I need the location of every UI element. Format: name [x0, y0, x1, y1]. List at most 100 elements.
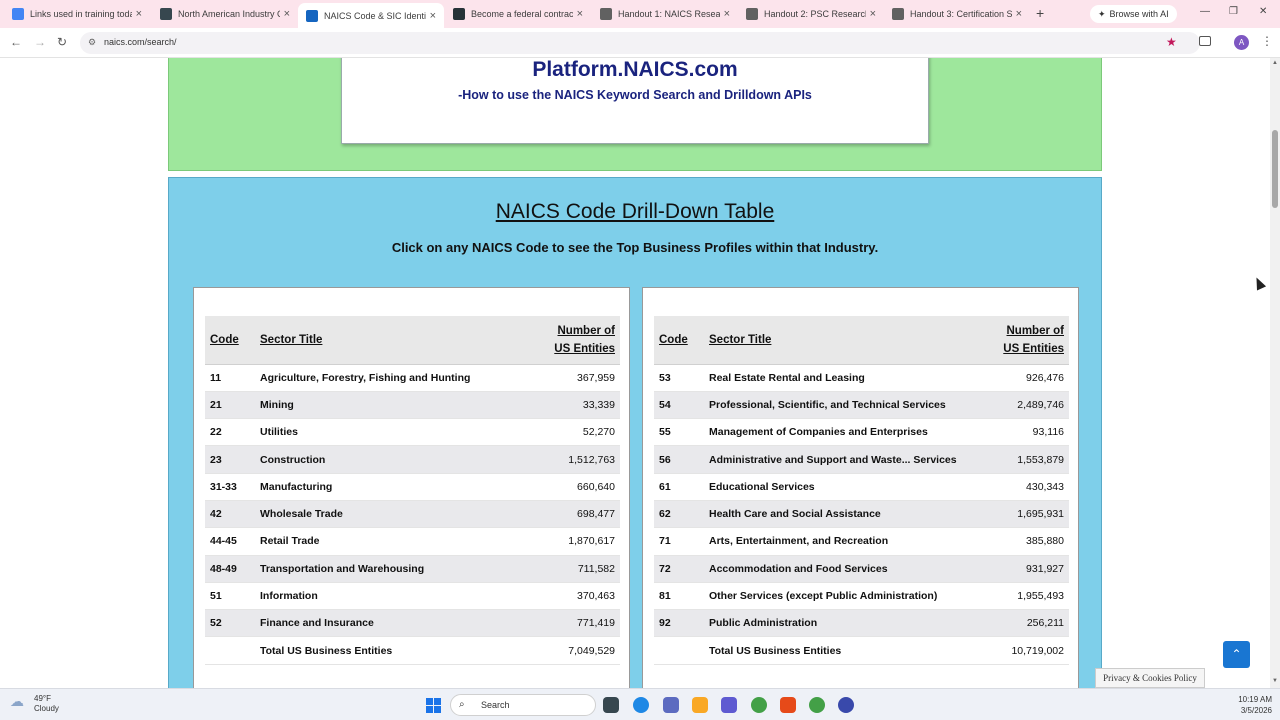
restore-icon[interactable]: ❐ [1229, 6, 1238, 17]
naics-code-link[interactable]: 42 [205, 500, 255, 529]
table-row[interactable]: 62 Health Care and Social Assistance 1,695… [654, 500, 1069, 529]
edge-icon[interactable] [633, 697, 649, 713]
tab-close-icon[interactable]: × [136, 8, 142, 20]
file-explorer-icon[interactable] [692, 697, 708, 713]
minimize-icon[interactable]: — [1200, 6, 1210, 17]
profile-avatar[interactable]: A [1234, 35, 1249, 50]
sector-title-link[interactable]: Transportation and Warehousing [255, 555, 528, 583]
sector-title-link[interactable]: Real Estate Rental and Leasing [704, 364, 977, 392]
table-row[interactable]: 52 Finance and Insurance 771,419 [205, 609, 620, 638]
sector-title-link[interactable]: Health Care and Social Assistance [704, 500, 977, 529]
browser-tab[interactable]: Become a federal contracto... × [445, 3, 591, 25]
privacy-policy-badge[interactable]: Privacy & Cookies Policy [1095, 668, 1205, 688]
sector-title-link[interactable]: Manufacturing [255, 473, 528, 501]
table-row[interactable]: 53 Real Estate Rental and Leasing 926,476 [654, 364, 1069, 392]
sector-title-column-header[interactable]: Sector Title [704, 316, 977, 365]
site-info-icon[interactable]: ⚙ [88, 37, 96, 48]
sector-title-link[interactable]: Wholesale Trade [255, 500, 528, 529]
naics-code-link[interactable]: 48-49 [205, 555, 255, 583]
close-window-icon[interactable]: ✕ [1259, 6, 1267, 17]
sector-title-link[interactable]: Other Services (except Public Administra… [704, 582, 977, 611]
table-row[interactable]: 55 Management of Companies and Enterprise… [654, 418, 1069, 447]
scroll-down-icon[interactable]: ▼ [1272, 678, 1278, 684]
naics-code-link[interactable]: 81 [654, 582, 704, 611]
naics-code-link[interactable]: 54 [654, 391, 704, 420]
browser-tab[interactable]: Handout 2: PSC Research W... × [738, 3, 884, 25]
naics-code-link[interactable]: 52 [205, 609, 255, 638]
reload-icon[interactable]: ↻ [57, 35, 67, 49]
chrome-icon[interactable] [751, 697, 767, 713]
tab-close-icon[interactable]: × [284, 8, 290, 20]
naics-code-link[interactable]: 23 [205, 445, 255, 474]
more-menu-icon[interactable]: ⋮ [1261, 34, 1273, 48]
sector-title-link[interactable]: Information [255, 582, 528, 611]
naics-code-link[interactable]: 21 [205, 391, 255, 420]
sector-title-link[interactable]: Management of Companies and Enterprises [704, 418, 977, 447]
chrome-profile-icon[interactable] [809, 697, 825, 713]
sector-title-link[interactable]: Professional, Scientific, and Technical … [704, 391, 977, 420]
naics-code-link[interactable]: 31-33 [205, 473, 255, 501]
table-row[interactable]: 21 Mining 33,339 [205, 391, 620, 420]
browser-tab[interactable]: Links used in training today × [4, 3, 150, 25]
back-arrow-icon[interactable]: ← [10, 35, 22, 49]
windows-start-icon[interactable] [426, 698, 441, 713]
taskbar-search[interactable]: ⌕ Search [450, 694, 596, 716]
sector-title-link[interactable]: Agriculture, Forestry, Fishing and Hunti… [255, 364, 528, 392]
table-row[interactable]: 72 Accommodation and Food Services 931,927 [654, 555, 1069, 583]
system-clock[interactable]: 10:19 AM 3/5/2026 [1228, 694, 1272, 716]
copilot-icon[interactable] [663, 697, 679, 713]
url-field[interactable]: ⚙ naics.com/search/ [80, 32, 1200, 54]
entities-column-header[interactable]: Number of US Entities [977, 316, 1069, 365]
table-row[interactable]: 92 Public Administration 256,211 [654, 609, 1069, 638]
table-row[interactable]: 56 Administrative and Support and Waste..… [654, 445, 1069, 474]
naics-code-link[interactable]: 55 [654, 418, 704, 447]
browser-tab[interactable]: NAICS Code & SIC Identific... × [298, 3, 444, 28]
platform-subtitle[interactable]: -How to use the NAICS Keyword Search and… [342, 88, 928, 102]
table-row[interactable]: 54 Professional, Scientific, and Technica… [654, 391, 1069, 420]
table-row[interactable]: 81 Other Services (except Public Administ… [654, 582, 1069, 611]
sector-title-link[interactable]: Administrative and Support and Waste... … [704, 445, 977, 474]
sector-title-link[interactable]: Finance and Insurance [255, 609, 528, 638]
table-row[interactable]: 11 Agriculture, Forestry, Fishing and Hun… [205, 364, 620, 392]
naics-code-link[interactable]: 53 [654, 364, 704, 392]
sector-title-link[interactable]: Utilities [255, 418, 528, 447]
browser-tab[interactable]: Handout 1: NAICS Research ... × [592, 3, 738, 25]
browser-tab[interactable]: Handout 3: Certification Str... × [884, 3, 1030, 25]
naics-code-link[interactable]: 22 [205, 418, 255, 447]
sector-title-link[interactable]: Retail Trade [255, 527, 528, 556]
sector-title-link[interactable]: Arts, Entertainment, and Recreation [704, 527, 977, 556]
back-to-top-button[interactable]: ⌃ [1223, 641, 1250, 668]
naics-code-link[interactable]: 92 [654, 609, 704, 638]
code-column-header[interactable]: Code [654, 316, 704, 365]
naics-code-link[interactable]: 61 [654, 473, 704, 501]
zoom-icon[interactable] [838, 697, 854, 713]
side-panel-icon[interactable] [1199, 36, 1211, 46]
table-row[interactable]: 61 Educational Services 430,343 [654, 473, 1069, 501]
naics-code-link[interactable]: 72 [654, 555, 704, 583]
table-row[interactable]: 22 Utilities 52,270 [205, 418, 620, 447]
naics-code-link[interactable]: 71 [654, 527, 704, 556]
browse-with-ai-button[interactable]: ✦ Browse with AI [1090, 5, 1177, 23]
table-row[interactable]: 71 Arts, Entertainment, and Recreation 385… [654, 527, 1069, 556]
tab-close-icon[interactable]: × [724, 8, 730, 20]
code-column-header[interactable]: Code [205, 316, 255, 365]
sector-title-column-header[interactable]: Sector Title [255, 316, 528, 365]
forward-arrow-icon[interactable]: → [34, 35, 46, 49]
sector-title-link[interactable]: Mining [255, 391, 528, 420]
task-view-icon[interactable] [603, 697, 619, 713]
app-icon-red[interactable] [780, 697, 796, 713]
naics-code-link[interactable]: 44-45 [205, 527, 255, 556]
sector-title-link[interactable]: Educational Services [704, 473, 977, 501]
table-row[interactable]: 51 Information 370,463 [205, 582, 620, 611]
naics-code-link[interactable]: 11 [205, 364, 255, 392]
naics-code-link[interactable]: 56 [654, 445, 704, 474]
scroll-up-icon[interactable]: ▲ [1272, 60, 1278, 66]
tab-close-icon[interactable]: × [430, 10, 436, 22]
naics-code-link[interactable]: 51 [205, 582, 255, 611]
sector-title-link[interactable]: Public Administration [704, 609, 977, 638]
table-row[interactable]: 42 Wholesale Trade 698,477 [205, 500, 620, 529]
scrollbar-thumb[interactable] [1272, 130, 1278, 208]
sector-title-link[interactable]: Accommodation and Food Services [704, 555, 977, 583]
sector-title-link[interactable]: Construction [255, 445, 528, 474]
platform-card[interactable]: Platform.NAICS.com -How to use the NAICS… [341, 58, 929, 144]
